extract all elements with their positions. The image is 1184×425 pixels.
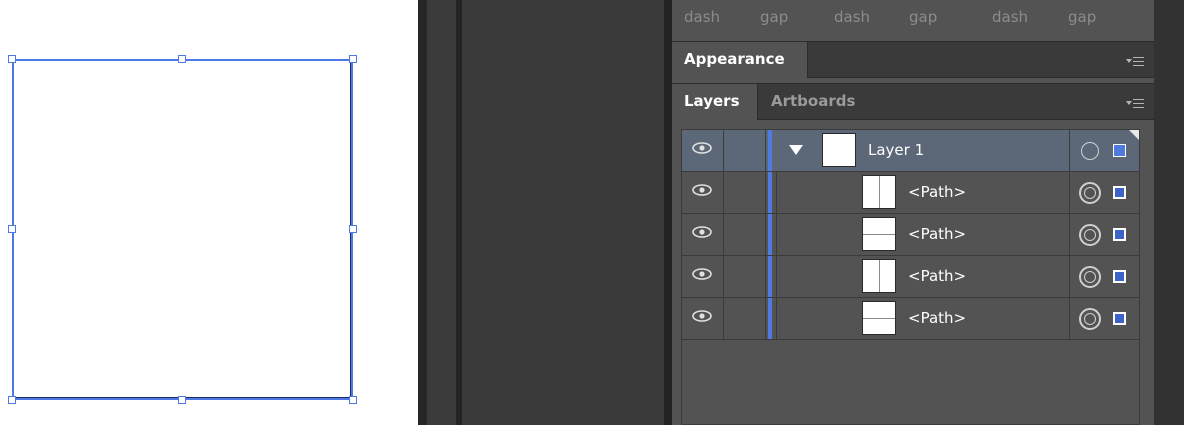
layer-color-bar — [768, 130, 772, 171]
eye-icon — [692, 142, 712, 154]
right-gutter — [1154, 0, 1184, 425]
path-name[interactable]: <Path> — [908, 298, 966, 339]
dash-label-3: dash — [992, 8, 1029, 26]
lock-toggle[interactable] — [724, 256, 766, 297]
path-row[interactable]: <Path> — [682, 214, 1139, 256]
panel-menu-icon[interactable] — [1126, 55, 1144, 67]
target-cell[interactable] — [1069, 130, 1139, 171]
menu-arrow-icon — [1126, 59, 1132, 63]
toolbar-column — [426, 0, 457, 425]
handle-bottom-left[interactable] — [8, 396, 16, 404]
layer-color-bar — [768, 256, 772, 297]
handle-bottom-right[interactable] — [349, 396, 357, 404]
path-name[interactable]: <Path> — [908, 256, 966, 297]
selection-bounding-box — [12, 59, 353, 400]
target-circle-icon[interactable] — [1079, 266, 1101, 288]
handle-top-right[interactable] — [349, 55, 357, 63]
appearance-tab-bar: Appearance — [672, 41, 1154, 78]
document-area — [462, 0, 664, 425]
selection-square-icon[interactable] — [1113, 144, 1126, 157]
layer-thumbnail — [822, 133, 856, 167]
visibility-toggle[interactable] — [682, 130, 724, 171]
path-row[interactable]: <Path> — [682, 172, 1139, 214]
selection-square-icon[interactable] — [1113, 228, 1126, 241]
layer-color-bar — [768, 214, 772, 255]
layer-color-bar — [768, 298, 772, 339]
path-row[interactable]: <Path> — [682, 256, 1139, 298]
layers-tab-bar: Layers Artboards — [672, 83, 1154, 120]
handle-top-left[interactable] — [8, 55, 16, 63]
lock-toggle[interactable] — [724, 214, 766, 255]
path-name[interactable]: <Path> — [908, 172, 966, 213]
tab-layers[interactable]: Layers — [672, 84, 758, 120]
handle-middle-right[interactable] — [349, 225, 357, 233]
dash-label-1: dash — [684, 8, 721, 26]
selection-square-icon[interactable] — [1113, 186, 1126, 199]
eye-icon — [692, 184, 712, 196]
target-cell[interactable] — [1069, 214, 1139, 255]
path-name[interactable]: <Path> — [908, 214, 966, 255]
menu-arrow-icon — [1126, 101, 1132, 105]
workspace-edge — [418, 0, 426, 425]
selected-art-indicator — [1129, 130, 1139, 140]
stroke-dash-gap-row: dash gap dash gap dash gap — [672, 0, 1154, 36]
panel-dock-edge[interactable] — [664, 0, 672, 425]
gap-label-2: gap — [909, 8, 938, 26]
expand-triangle-icon[interactable] — [789, 145, 803, 155]
target-circle-icon[interactable] — [1081, 142, 1099, 160]
layer-name[interactable]: Layer 1 — [868, 130, 924, 171]
lock-toggle[interactable] — [724, 130, 766, 171]
path-thumbnail — [862, 217, 896, 251]
tab-artboards[interactable]: Artboards — [758, 84, 878, 120]
gap-label-3: gap — [1068, 8, 1097, 26]
path-thumbnail — [862, 175, 896, 209]
visibility-toggle[interactable] — [682, 298, 724, 339]
handle-bottom-center[interactable] — [178, 396, 186, 404]
lock-toggle[interactable] — [724, 172, 766, 213]
eye-icon — [692, 310, 712, 322]
target-circle-icon[interactable] — [1079, 308, 1101, 330]
gap-label-1: gap — [760, 8, 789, 26]
target-cell[interactable] — [1069, 298, 1139, 339]
selection-square-icon[interactable] — [1113, 270, 1126, 283]
path-thumbnail — [862, 301, 896, 335]
path-thumbnail — [862, 259, 896, 293]
selection-square-icon[interactable] — [1113, 312, 1126, 325]
visibility-toggle[interactable] — [682, 214, 724, 255]
handle-middle-left[interactable] — [8, 225, 16, 233]
layer-row[interactable]: Layer 1 — [682, 130, 1139, 172]
tab-appearance[interactable]: Appearance — [672, 42, 808, 78]
target-circle-icon[interactable] — [1079, 224, 1101, 246]
eye-icon — [692, 226, 712, 238]
eye-icon — [692, 268, 712, 280]
panel-menu-icon[interactable] — [1126, 97, 1144, 109]
target-cell[interactable] — [1069, 256, 1139, 297]
layer-color-bar — [768, 172, 772, 213]
visibility-toggle[interactable] — [682, 172, 724, 213]
target-cell[interactable] — [1069, 172, 1139, 213]
dash-label-2: dash — [834, 8, 871, 26]
path-row[interactable]: <Path> — [682, 298, 1139, 340]
lock-toggle[interactable] — [724, 298, 766, 339]
layers-list[interactable]: Layer 1 <Path> <Path> <Path> <Path> — [681, 129, 1140, 425]
panel-dock: dash gap dash gap dash gap Appearance La… — [672, 0, 1154, 425]
handle-top-center[interactable] — [178, 55, 186, 63]
target-circle-icon[interactable] — [1079, 182, 1101, 204]
visibility-toggle[interactable] — [682, 256, 724, 297]
artboard-canvas[interactable] — [0, 0, 418, 425]
